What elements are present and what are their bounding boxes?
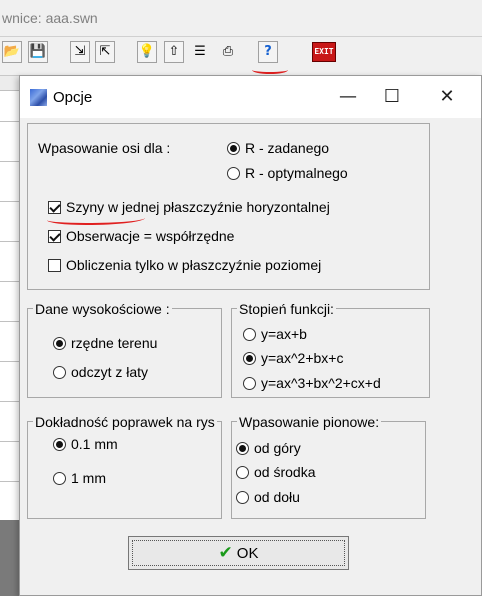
radio-label: od góry bbox=[254, 440, 301, 456]
function-degree-legend: Stopień funkcji: bbox=[237, 301, 336, 317]
spreadsheet-row-line bbox=[0, 201, 19, 202]
print-icon[interactable]: ⎙ bbox=[218, 41, 238, 63]
maximize-button[interactable]: ☐ bbox=[370, 84, 414, 110]
radio-r-zadanego[interactable]: R - zadanego bbox=[227, 140, 329, 156]
export-icon[interactable]: ⇱ bbox=[95, 41, 115, 63]
radio-indicator[interactable] bbox=[227, 166, 240, 180]
radio-linear[interactable]: y=ax+b bbox=[243, 326, 307, 342]
upload-icon[interactable]: ⇧ bbox=[164, 41, 184, 63]
radio-indicator[interactable] bbox=[243, 376, 256, 390]
checkbox-indicator[interactable] bbox=[48, 258, 61, 272]
spreadsheet-row-line bbox=[0, 481, 19, 482]
minimize-button[interactable]: — bbox=[326, 84, 370, 110]
spreadsheet-row-line bbox=[0, 281, 19, 282]
radio-indicator[interactable] bbox=[227, 141, 240, 155]
spreadsheet-row-line bbox=[0, 401, 19, 402]
spreadsheet-row-line bbox=[0, 361, 19, 362]
radio-indicator[interactable] bbox=[236, 465, 249, 479]
spreadsheet-row-line bbox=[0, 441, 19, 442]
radio-indicator[interactable] bbox=[243, 351, 256, 365]
radio-od-gory[interactable]: od góry bbox=[236, 440, 301, 456]
open-folder-icon[interactable]: 📂 bbox=[2, 41, 22, 63]
radio-label: R - optymalnego bbox=[245, 165, 348, 181]
radio-label: R - zadanego bbox=[245, 140, 330, 156]
radio-label: odczyt z łaty bbox=[71, 364, 149, 380]
radio-0-1-mm[interactable]: 0.1 mm bbox=[53, 436, 118, 452]
radio-indicator[interactable] bbox=[236, 441, 249, 455]
radio-label: y=ax^3+bx^2+cx+d bbox=[261, 375, 381, 391]
radio-1-mm[interactable]: 1 mm bbox=[53, 470, 106, 486]
focus-rect bbox=[132, 540, 345, 566]
background-window-title: wnice: aaa.swn bbox=[2, 10, 98, 26]
background-window-titlebar: wnice: aaa.swn bbox=[0, 0, 482, 36]
radio-label: 0.1 mm bbox=[71, 436, 118, 452]
spreadsheet-row-line bbox=[0, 241, 19, 242]
radio-rzedne-terenu[interactable]: rzędne terenu bbox=[53, 335, 157, 351]
vertical-fit-legend: Wpasowanie pionowe: bbox=[237, 414, 382, 430]
radio-label: od dołu bbox=[254, 489, 300, 505]
height-data-legend: Dane wysokościowe : bbox=[33, 301, 172, 317]
radio-label: od środka bbox=[254, 464, 316, 480]
radio-indicator[interactable] bbox=[236, 490, 249, 504]
radio-od-srodka[interactable]: od środka bbox=[236, 464, 315, 480]
radio-label: y=ax^2+bx+c bbox=[261, 350, 344, 366]
radio-indicator[interactable] bbox=[243, 327, 256, 341]
checkbox-label: Obserwacje = współrzędne bbox=[66, 228, 235, 244]
help-icon[interactable]: ? bbox=[258, 41, 278, 63]
checkbox-horizontal-only[interactable]: Obliczenia tylko w płaszczyźnie poziomej bbox=[48, 257, 321, 273]
spreadsheet-row-line bbox=[0, 121, 19, 122]
radio-od-dolu[interactable]: od dołu bbox=[236, 489, 300, 505]
exit-icon[interactable]: EXIT bbox=[312, 42, 336, 62]
radio-indicator[interactable] bbox=[53, 365, 66, 379]
height-data-group bbox=[27, 308, 222, 398]
save-icon[interactable]: 💾 bbox=[28, 41, 48, 63]
radio-label: y=ax+b bbox=[261, 326, 307, 342]
radio-label: rzędne terenu bbox=[71, 335, 158, 351]
radio-label: 1 mm bbox=[71, 470, 106, 486]
correction-accuracy-legend: Dokładność poprawek na rys bbox=[33, 414, 217, 430]
radio-indicator[interactable] bbox=[53, 437, 66, 451]
lightbulb-icon[interactable]: 💡 bbox=[137, 41, 157, 63]
document-icon[interactable]: ☰ bbox=[190, 41, 210, 63]
help-annotation-underline bbox=[252, 66, 288, 74]
ok-button[interactable]: ✔ OK bbox=[128, 536, 349, 570]
checkbox-observations-coordinates[interactable]: Obserwacje = współrzędne bbox=[48, 228, 234, 244]
dialog-title: Opcje bbox=[53, 89, 93, 106]
close-button[interactable]: ✕ bbox=[425, 84, 469, 110]
spreadsheet-row-line bbox=[0, 321, 19, 322]
import-icon[interactable]: ⇲ bbox=[70, 41, 90, 63]
app-icon bbox=[30, 89, 47, 106]
radio-odczyt-z-laty[interactable]: odczyt z łaty bbox=[53, 364, 148, 380]
radio-quadratic[interactable]: y=ax^2+bx+c bbox=[243, 350, 343, 366]
radio-indicator[interactable] bbox=[53, 471, 66, 485]
radio-indicator[interactable] bbox=[53, 336, 66, 350]
radio-cubic[interactable]: y=ax^3+bx^2+cx+d bbox=[243, 375, 381, 391]
axis-fit-label: Wpasowanie osi dla : bbox=[38, 140, 171, 156]
dialog-titlebar[interactable]: Opcje — ☐ ✕ bbox=[20, 76, 481, 118]
spreadsheet-dark-area bbox=[0, 520, 20, 596]
checkbox-indicator[interactable] bbox=[48, 200, 61, 214]
checkbox-label: Obliczenia tylko w płaszczyźnie poziomej bbox=[66, 257, 322, 273]
radio-r-optymalnego[interactable]: R - optymalnego bbox=[227, 165, 348, 181]
spreadsheet-row-line bbox=[0, 161, 19, 162]
checkbox-indicator[interactable] bbox=[48, 229, 61, 243]
